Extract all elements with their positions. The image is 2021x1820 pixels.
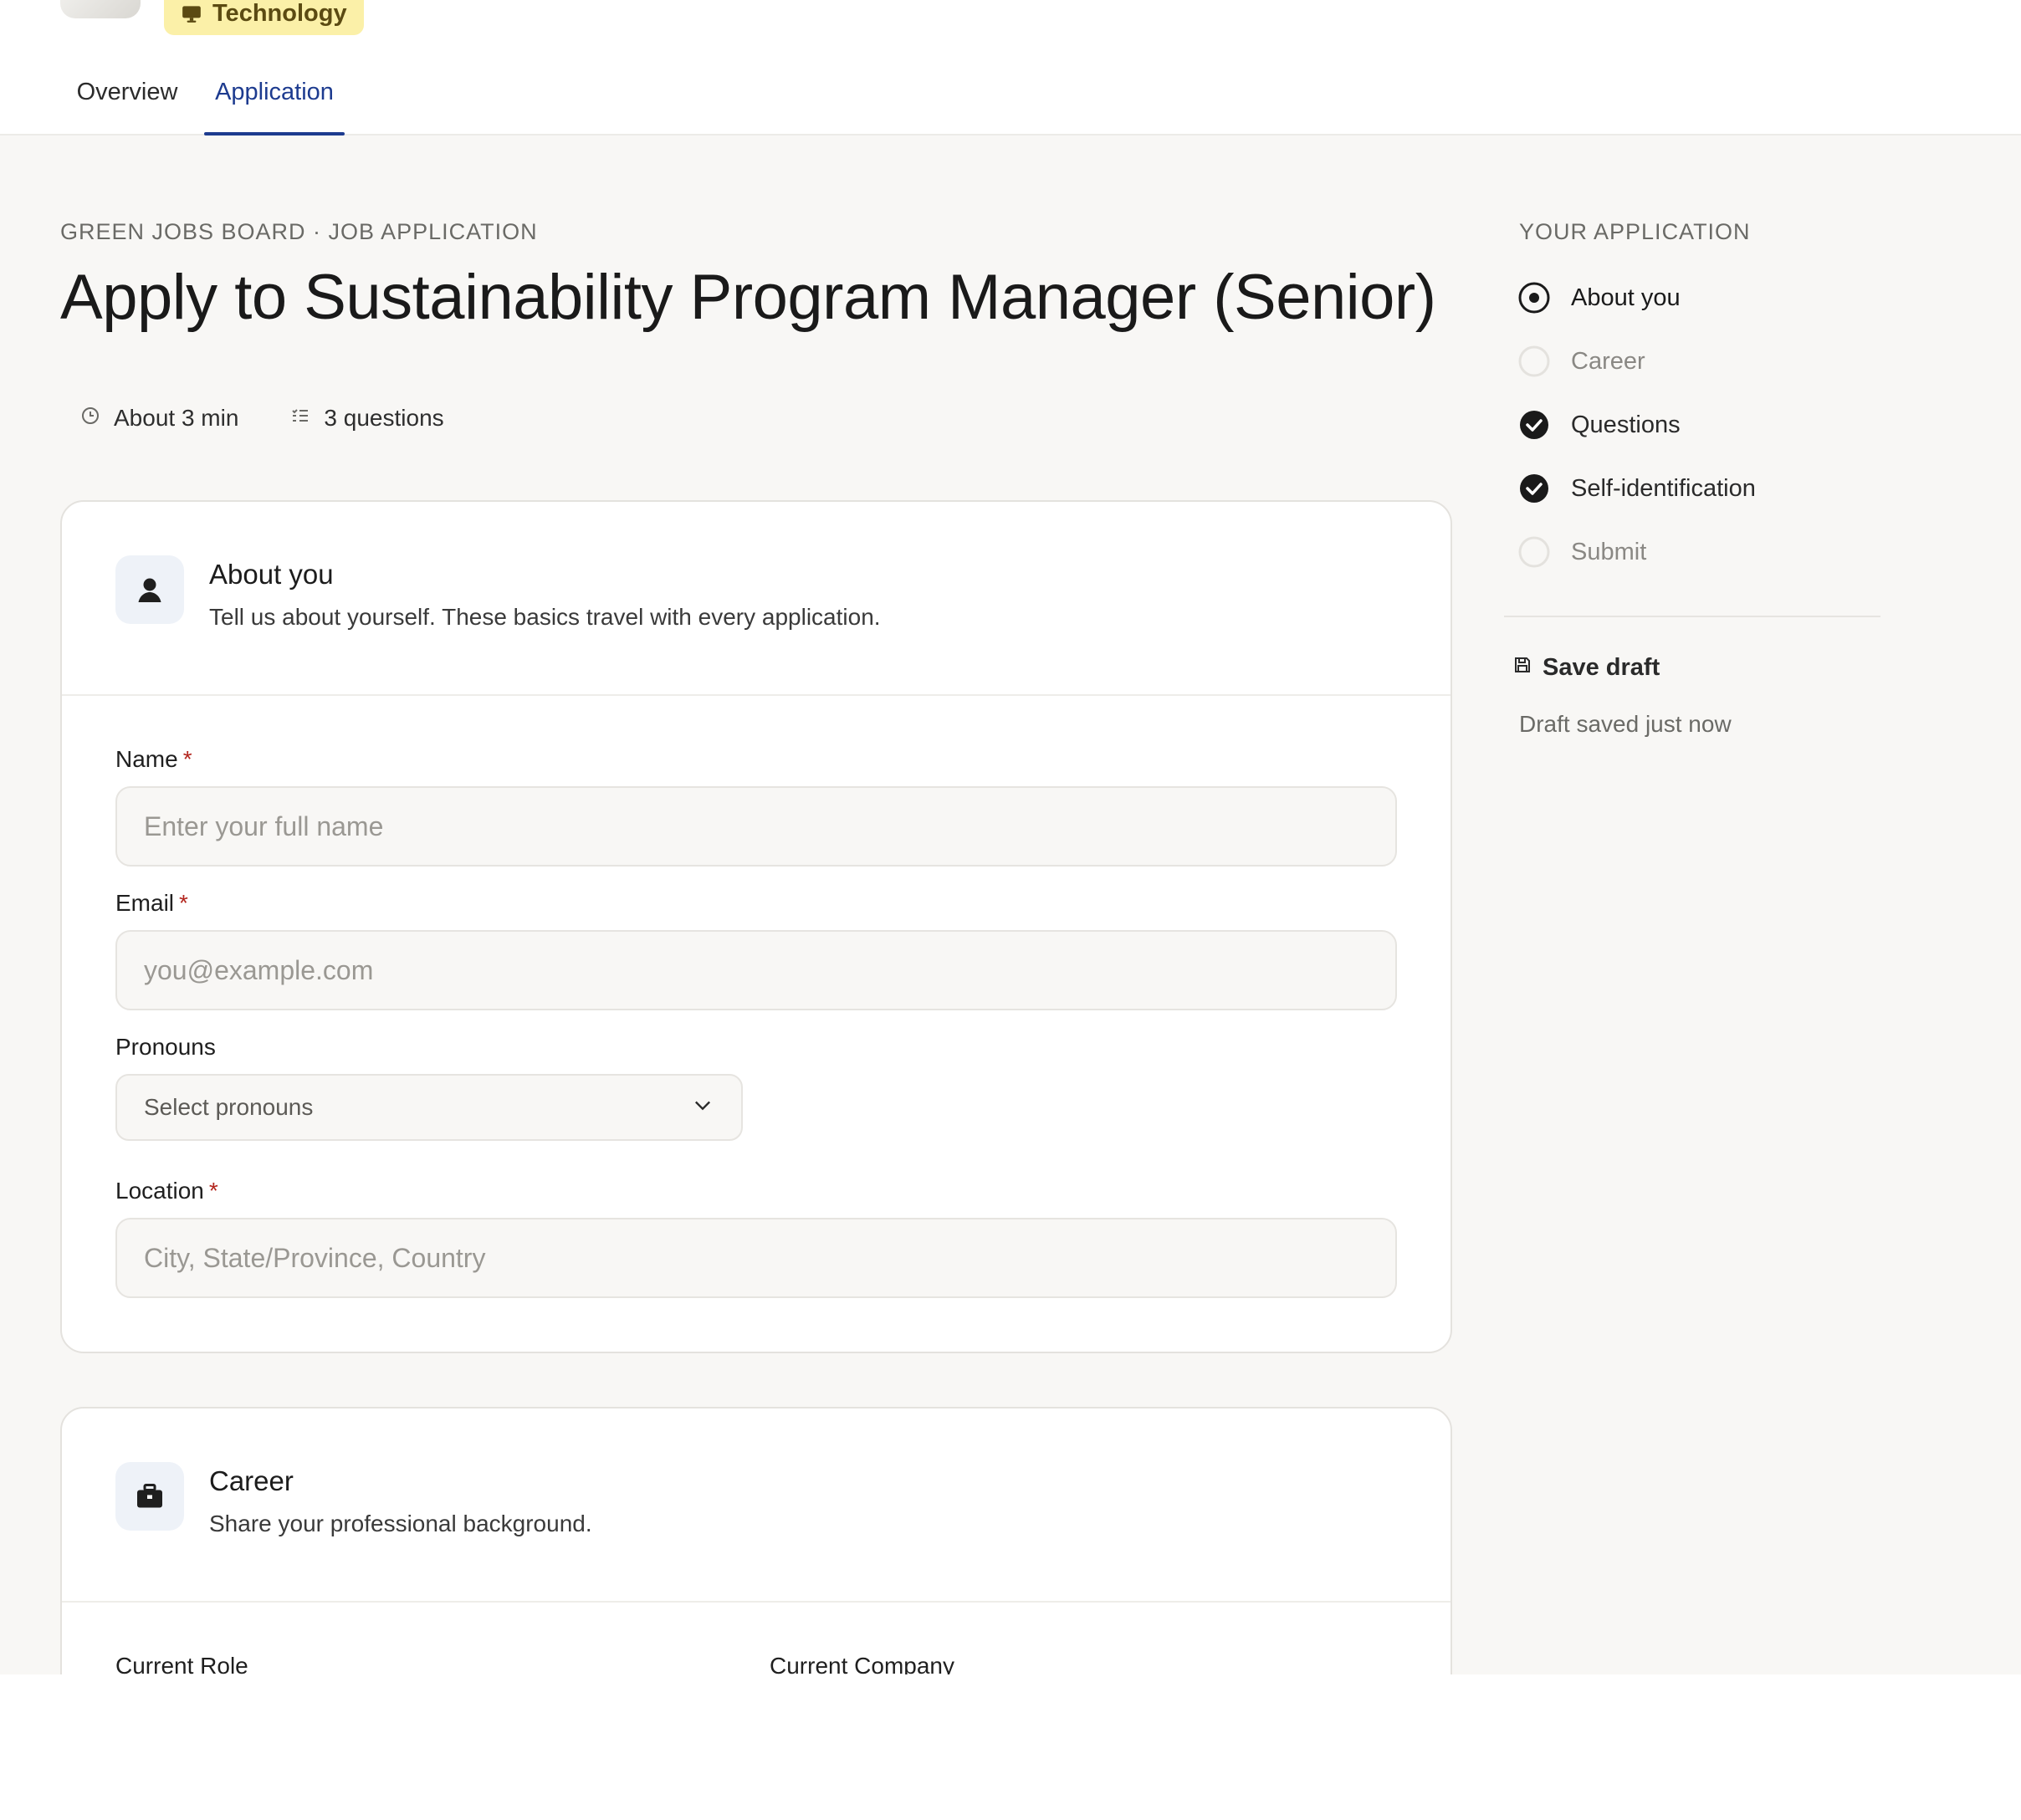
email-label: Email * (115, 890, 188, 917)
pronouns-select-value: Select pronouns (144, 1094, 314, 1120)
tab-overview[interactable]: Overview (60, 70, 194, 135)
main-area: GREEN JOBS BOARD · JOB APPLICATION Apply… (0, 135, 2021, 1674)
pronouns-label: Pronouns (115, 1034, 216, 1061)
career-card-header: Career Share your professional backgroun… (62, 1408, 1451, 1603)
company-logo (60, 0, 141, 18)
sidebar-divider (1504, 616, 1880, 617)
save-draft-button[interactable]: Save draft (1512, 654, 1660, 682)
pronouns-label-text: Pronouns (115, 1034, 216, 1060)
step-submit[interactable]: Submit (1517, 532, 1646, 572)
check-circle-icon (1517, 408, 1551, 442)
email-label-text: Email (115, 890, 175, 916)
clock-icon (80, 405, 100, 432)
tab-application-label: Application (215, 79, 334, 105)
current-role-label: Current Role (115, 1653, 248, 1674)
email-field[interactable] (115, 930, 1397, 1010)
step-career[interactable]: Career (1517, 341, 1645, 381)
name-input[interactable] (115, 786, 1397, 867)
career-card: Career Share your professional backgroun… (60, 1407, 1452, 1674)
about-you-subtitle: Tell us about yourself. These basics tra… (209, 604, 881, 630)
pronouns-select[interactable]: Select pronouns (115, 1074, 743, 1141)
monitor-icon (181, 3, 202, 24)
current-step-icon (1517, 281, 1551, 314)
about-you-title: About you (209, 559, 334, 590)
questions-meta: 3 questions (290, 405, 444, 432)
required-mark: * (208, 1178, 218, 1204)
required-mark: * (179, 890, 188, 916)
empty-circle-icon (1517, 535, 1551, 569)
step-label: Submit (1571, 538, 1647, 565)
breadcrumb: GREEN JOBS BOARD · JOB APPLICATION (60, 219, 538, 244)
step-label: Questions (1571, 411, 1681, 438)
about-you-card-header: About you Tell us about yourself. These … (62, 502, 1451, 696)
checklist-icon (290, 405, 310, 432)
about-you-card: About you Tell us about yourself. These … (60, 500, 1452, 1353)
required-mark: * (182, 746, 192, 772)
sidebar-title: YOUR APPLICATION (1519, 219, 1751, 244)
chevron-down-icon (691, 1093, 714, 1122)
current-company-label: Current Company (770, 1653, 954, 1674)
career-subtitle: Share your professional background. (209, 1511, 592, 1536)
duration-meta: About 3 min (80, 405, 238, 432)
name-label: Name * (115, 746, 192, 773)
tab-application[interactable]: Application (204, 70, 345, 135)
questions-count-text: 3 questions (324, 405, 444, 431)
page-footer-blank (0, 1674, 2021, 1820)
check-circle-icon (1517, 472, 1551, 505)
tab-overview-label: Overview (76, 79, 178, 105)
location-input[interactable] (115, 1218, 1397, 1298)
person-icon (115, 555, 184, 624)
step-self-identification[interactable]: Self-identification (1517, 468, 1756, 509)
category-badge-label: Technology (212, 0, 347, 27)
step-label: Career (1571, 347, 1645, 375)
career-title: Career (209, 1465, 294, 1496)
step-about-you[interactable]: About you (1517, 278, 1681, 318)
briefcase-icon (115, 1462, 184, 1531)
step-label: Self-identification (1571, 474, 1756, 502)
save-icon (1512, 654, 1532, 682)
location-label-text: Location (115, 1178, 204, 1204)
name-label-text: Name (115, 746, 178, 772)
empty-circle-icon (1517, 345, 1551, 378)
draft-status: Draft saved just now (1519, 711, 1732, 737)
application-meta: About 3 min 3 questions (80, 405, 444, 432)
category-badge: Technology (164, 0, 364, 35)
location-label: Location * (115, 1178, 218, 1204)
page-title: Apply to Sustainability Program Manager … (60, 262, 1436, 333)
top-header: Technology Overview Application (0, 0, 2021, 135)
save-draft-label: Save draft (1543, 654, 1660, 681)
duration-text: About 3 min (114, 405, 239, 431)
step-label: About you (1571, 284, 1681, 311)
step-questions[interactable]: Questions (1517, 405, 1681, 445)
